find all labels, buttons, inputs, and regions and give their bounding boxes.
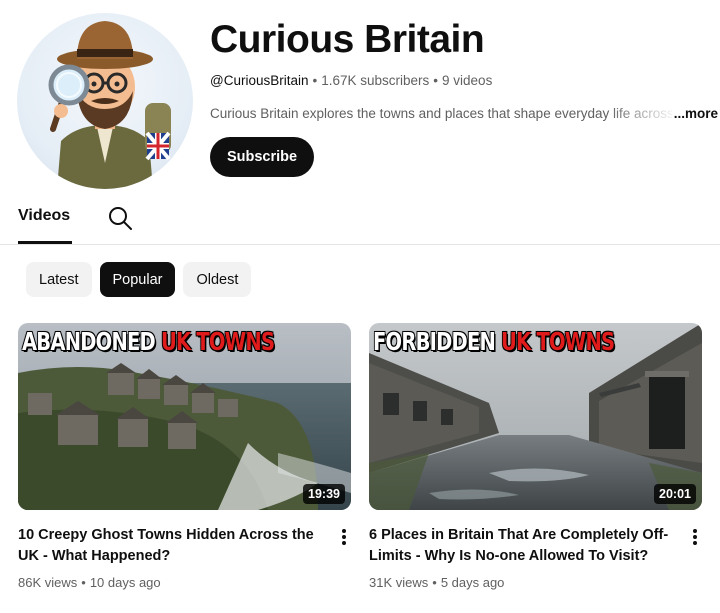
- thumbnail-caption: ABANDONED UK TOWNS: [22, 327, 275, 356]
- active-tab-indicator: [18, 241, 72, 244]
- channel-description[interactable]: Curious Britain explores the towns and p…: [210, 106, 718, 126]
- separator-dot: •: [433, 73, 439, 88]
- channel-header: Curious Britain @CuriousBritain • 1.67K su…: [0, 0, 720, 195]
- thumbnail-caption-red: UK TOWNS: [501, 327, 615, 356]
- video-meta: 86K views • 10 days ago: [18, 575, 161, 590]
- subscriber-count: 1.67K subscribers: [321, 73, 430, 88]
- more-options-icon[interactable]: [690, 527, 700, 547]
- channel-tabs: Videos: [0, 195, 720, 245]
- separator-dot: •: [432, 575, 437, 590]
- video-card[interactable]: ABANDONED UK TOWNS 19:39 10 Creepy Ghost…: [18, 323, 351, 590]
- separator-dot: •: [312, 73, 318, 88]
- video-meta: 31K views • 5 days ago: [369, 575, 504, 590]
- video-thumbnail[interactable]: ABANDONED UK TOWNS 19:39: [18, 323, 351, 510]
- channel-avatar[interactable]: [17, 13, 193, 189]
- video-card[interactable]: FORBIDDEN UK TOWNS 20:01 6 Places in Bri…: [369, 323, 702, 590]
- channel-meta: @CuriousBritain • 1.67K subscribers • 9 vide…: [210, 73, 492, 88]
- sort-chips: Latest Popular Oldest: [26, 262, 252, 297]
- channel-name: Curious Britain: [210, 18, 485, 61]
- video-thumbnail[interactable]: FORBIDDEN UK TOWNS 20:01: [369, 323, 702, 510]
- more-options-icon[interactable]: [339, 527, 349, 547]
- video-duration: 20:01: [654, 484, 696, 504]
- channel-handle: @CuriousBritain: [210, 73, 309, 88]
- view-count: 86K views: [18, 575, 78, 590]
- thumbnail-caption-white: FORBIDDEN: [373, 327, 496, 356]
- more-link[interactable]: ...more: [671, 106, 718, 121]
- video-title[interactable]: 6 Places in Britain That Are Completely …: [369, 525, 671, 567]
- video-title[interactable]: 10 Creepy Ghost Towns Hidden Across the …: [18, 525, 320, 567]
- chip-oldest[interactable]: Oldest: [183, 262, 252, 297]
- view-count: 31K views: [369, 575, 429, 590]
- video-count: 9 videos: [442, 73, 493, 88]
- explorer-mascot-illustration: [48, 21, 171, 189]
- chip-popular[interactable]: Popular: [99, 262, 176, 297]
- tab-videos[interactable]: Videos: [18, 207, 70, 225]
- upload-age: 5 days ago: [440, 575, 505, 590]
- channel-description-text: Curious Britain explores the towns and p…: [210, 106, 678, 121]
- search-icon[interactable]: [107, 205, 133, 231]
- thumbnail-caption: FORBIDDEN UK TOWNS: [373, 327, 615, 356]
- upload-age: 10 days ago: [89, 575, 161, 590]
- thumbnail-caption-white: ABANDONED: [22, 327, 156, 356]
- separator-dot: •: [81, 575, 86, 590]
- subscribe-button[interactable]: Subscribe: [210, 137, 314, 177]
- video-duration: 19:39: [303, 484, 345, 504]
- thumbnail-caption-red: UK TOWNS: [160, 327, 275, 356]
- chip-latest[interactable]: Latest: [26, 262, 92, 297]
